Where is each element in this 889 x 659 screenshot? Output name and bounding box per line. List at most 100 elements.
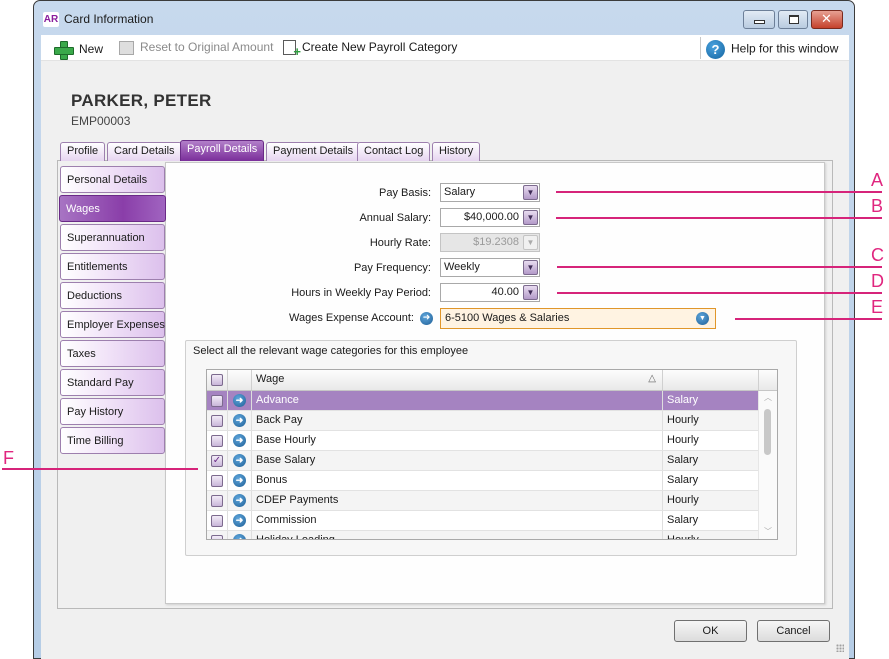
- new-document-icon: [283, 40, 301, 59]
- callout-a: A: [871, 170, 884, 190]
- pay-frequency-select[interactable]: Weekly ▼: [440, 258, 540, 277]
- tab-card-details[interactable]: Card Details: [107, 142, 182, 161]
- arrow-right-icon[interactable]: ➜: [233, 494, 246, 507]
- pay-frequency-label: Pay Frequency:: [353, 262, 431, 274]
- checkbox-cell: [207, 511, 228, 530]
- select-all-checkbox[interactable]: [211, 374, 223, 386]
- minimize-icon: [754, 20, 765, 24]
- callout-b: B: [871, 196, 884, 216]
- arrow-right-icon[interactable]: ➜: [233, 474, 246, 487]
- pay-basis-select[interactable]: Salary ▼: [440, 183, 540, 202]
- callout-line-f: [2, 468, 198, 470]
- callout-c: C: [871, 245, 884, 265]
- arrow-cell: ➜: [228, 431, 252, 450]
- wage-type-cell: Salary: [663, 471, 759, 490]
- wage-checkbox[interactable]: [211, 395, 223, 407]
- minimize-button[interactable]: [743, 10, 775, 29]
- tab-contact-log[interactable]: Contact Log: [357, 142, 431, 161]
- hours-per-period-label: Hours in Weekly Pay Period:: [291, 287, 431, 299]
- chevron-down-icon[interactable]: ▼: [523, 210, 538, 225]
- wage-checkbox[interactable]: [211, 535, 223, 539]
- subnav-entitlements[interactable]: Entitlements: [60, 253, 165, 280]
- subnav-pay-history[interactable]: Pay History: [60, 398, 165, 425]
- tab-payment-details[interactable]: Payment Details: [266, 142, 361, 161]
- tab-profile[interactable]: Profile: [60, 142, 106, 161]
- close-icon: ✕: [821, 12, 832, 27]
- plus-icon: [53, 40, 74, 60]
- wage-name-cell: Base Salary: [252, 451, 663, 470]
- table-row[interactable]: ➜ Back Pay Hourly: [207, 411, 759, 431]
- chevron-down-icon[interactable]: ▼: [523, 185, 538, 200]
- employee-id: EMP00003: [71, 114, 131, 128]
- type-column-header[interactable]: [663, 370, 759, 390]
- arrow-cell: ➜: [228, 411, 252, 430]
- arrow-right-icon[interactable]: ➜: [233, 514, 246, 527]
- wage-checkbox[interactable]: [211, 435, 223, 447]
- subnav-employer-expenses[interactable]: Employer Expenses: [60, 311, 165, 338]
- subnav-taxes[interactable]: Taxes: [60, 340, 165, 367]
- callout-line-c: [557, 266, 882, 268]
- expense-account-select[interactable]: 6-5100 Wages & Salaries ▼: [440, 308, 716, 329]
- arrow-right-icon[interactable]: ➜: [233, 414, 246, 427]
- table-row[interactable]: ➜ CDEP Payments Hourly: [207, 491, 759, 511]
- close-button[interactable]: ✕: [811, 10, 843, 29]
- arrow-right-icon[interactable]: ➜: [420, 312, 433, 325]
- table-row[interactable]: ✓ ➜ Base Salary Salary: [207, 451, 759, 471]
- tab-history[interactable]: History: [432, 142, 481, 161]
- app-logo: AR: [43, 12, 59, 27]
- checkbox-cell: [207, 491, 228, 510]
- new-button[interactable]: New: [53, 40, 103, 60]
- arrow-right-icon[interactable]: ➜: [233, 454, 246, 467]
- wage-checkbox[interactable]: [211, 415, 223, 427]
- wage-checkbox[interactable]: [211, 475, 223, 487]
- maximize-button[interactable]: [778, 10, 808, 29]
- table-row[interactable]: ➜ Bonus Salary: [207, 471, 759, 491]
- table-row[interactable]: ➜ Base Hourly Hourly: [207, 431, 759, 451]
- subnav-personal-details[interactable]: Personal Details: [60, 166, 165, 193]
- annual-salary-field[interactable]: $40,000.00 ▼: [440, 208, 540, 227]
- pay-basis-value: Salary: [444, 186, 476, 198]
- tab-payroll-details[interactable]: Payroll Details: [180, 140, 265, 161]
- wage-checkbox[interactable]: [211, 495, 223, 507]
- scroll-up-icon[interactable]: ︿: [759, 391, 777, 405]
- chevron-down-icon[interactable]: ▼: [523, 260, 538, 275]
- calculator-icon: [119, 40, 134, 55]
- scroll-thumb[interactable]: [764, 409, 771, 455]
- subnav-wages[interactable]: Wages: [59, 195, 166, 222]
- create-new-payroll-category-button[interactable]: Create New Payroll Category: [283, 40, 457, 59]
- table-row[interactable]: ➜ Commission Salary: [207, 511, 759, 531]
- toolbar: New Reset to Original Amount Create New …: [41, 35, 849, 61]
- scroll-corner: [759, 370, 777, 390]
- table-scrollbar[interactable]: ︿ ﹀: [758, 391, 777, 539]
- hours-per-period-field[interactable]: 40.00 ▼: [440, 283, 540, 302]
- wage-column-header[interactable]: Wage △: [252, 370, 663, 390]
- chevron-down-icon[interactable]: ▼: [523, 285, 538, 300]
- cancel-button[interactable]: Cancel: [757, 620, 830, 642]
- chevron-down-icon[interactable]: ▼: [696, 312, 709, 325]
- checkbox-cell: [207, 411, 228, 430]
- resize-grip[interactable]: [836, 644, 844, 652]
- wage-name-cell: Advance: [252, 391, 663, 410]
- subnav-time-billing[interactable]: Time Billing: [60, 427, 165, 454]
- arrow-right-icon[interactable]: ➜: [233, 394, 246, 407]
- reset-to-original-amount-button[interactable]: Reset to Original Amount: [119, 40, 273, 55]
- help-button[interactable]: ? Help for this window: [706, 40, 838, 59]
- table-row[interactable]: ➜ Holiday Loading Hourly: [207, 531, 759, 539]
- reset-label: Reset to Original Amount: [140, 40, 274, 54]
- wage-type-cell: Hourly: [663, 431, 759, 450]
- table-row[interactable]: ➜ Advance Salary: [207, 391, 759, 411]
- scroll-down-icon[interactable]: ﹀: [759, 525, 777, 539]
- wage-checkbox[interactable]: ✓: [211, 455, 223, 467]
- wage-name-cell: CDEP Payments: [252, 491, 663, 510]
- wage-checkbox[interactable]: [211, 515, 223, 527]
- ok-button[interactable]: OK: [674, 620, 747, 642]
- subnav-deductions[interactable]: Deductions: [60, 282, 165, 309]
- wage-type-cell: Salary: [663, 511, 759, 530]
- subnav-superannuation[interactable]: Superannuation: [60, 224, 165, 251]
- wage-type-cell: Salary: [663, 391, 759, 410]
- arrow-right-icon[interactable]: ➜: [233, 534, 246, 539]
- new-label: New: [79, 42, 104, 57]
- window-title: Card Information: [64, 12, 154, 26]
- subnav-standard-pay[interactable]: Standard Pay: [60, 369, 165, 396]
- arrow-right-icon[interactable]: ➜: [233, 434, 246, 447]
